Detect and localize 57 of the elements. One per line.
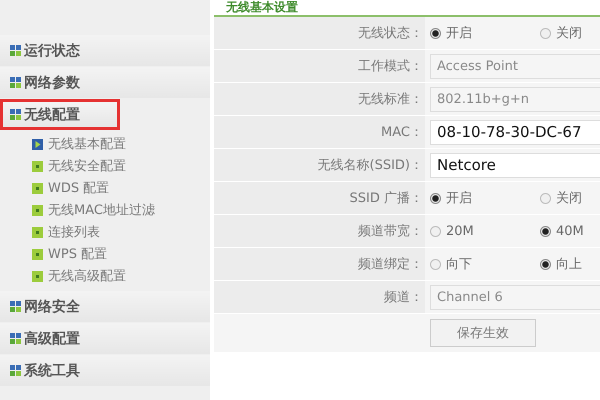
radio-button[interactable]	[430, 226, 441, 236]
readonly-field[interactable]: Access Point	[430, 54, 600, 78]
radio-button[interactable]	[540, 226, 551, 236]
radio-label: 开启	[446, 25, 472, 42]
radio-label: 开启	[446, 190, 472, 207]
grid-icon	[10, 109, 21, 120]
radio-button[interactable]	[540, 258, 551, 270]
save-button[interactable]: 保存生效	[430, 319, 536, 347]
menu-item[interactable]: 无线配置	[0, 99, 120, 130]
grid-icon	[10, 333, 21, 344]
play-icon	[32, 138, 43, 150]
radio-label: 20M	[446, 224, 474, 238]
input-field[interactable]: Netcore	[430, 152, 600, 178]
grid-icon	[10, 365, 21, 376]
submenu-item[interactable]: WDS 配置	[32, 177, 210, 199]
radio-button[interactable]	[430, 258, 441, 270]
radio-button[interactable]	[430, 28, 441, 38]
readonly-field[interactable]: 802.11b+g+n	[430, 86, 600, 112]
square-icon	[32, 270, 43, 282]
field-label: 频道带宽：	[214, 215, 425, 247]
field-label: 频道绑定：	[214, 248, 425, 280]
radio-label: 向上	[556, 256, 582, 273]
radio-label: 关闭	[556, 25, 582, 42]
grid-icon	[10, 45, 21, 56]
submenu-item[interactable]: 无线基本配置	[32, 133, 210, 155]
field-label: SSID 广播：	[214, 182, 425, 214]
field-label: 无线标准：	[214, 83, 425, 115]
radio-label: 40M	[556, 224, 584, 238]
submenu-item[interactable]: WPS 配置	[32, 243, 210, 265]
input-field[interactable]: 08-10-78-30-DC-67	[430, 120, 600, 144]
submenu-item[interactable]: 连接列表	[32, 221, 210, 243]
square-icon	[32, 226, 43, 238]
readonly-field[interactable]: Channel 6	[430, 284, 600, 310]
radio-button[interactable]	[430, 192, 441, 204]
menu-item[interactable]: 网络安全	[0, 291, 210, 322]
field-label: 无线名称(SSID)：	[214, 149, 425, 181]
menu-item[interactable]: 高级配置	[0, 323, 210, 354]
square-icon	[32, 204, 43, 216]
field-label: 频道：	[214, 281, 425, 313]
radio-button[interactable]	[540, 28, 551, 38]
square-icon	[32, 160, 43, 172]
grid-icon	[10, 301, 21, 312]
menu-item[interactable]: 运行状态	[0, 35, 210, 66]
submenu-item[interactable]: 无线MAC地址过滤	[32, 199, 210, 221]
square-icon	[32, 182, 43, 194]
grid-icon	[10, 77, 21, 88]
radio-label: 向下	[446, 256, 472, 273]
field-label: 无线状态：	[214, 17, 425, 49]
square-icon	[32, 248, 43, 260]
submenu-item[interactable]: 无线高级配置	[32, 265, 210, 287]
menu-item[interactable]: 系统工具	[0, 355, 210, 386]
menu-item[interactable]: 网络参数	[0, 67, 210, 98]
field-label: MAC：	[214, 116, 425, 148]
radio-button[interactable]	[540, 192, 551, 204]
radio-label: 关闭	[556, 190, 582, 207]
field-label: 工作模式：	[214, 50, 425, 82]
submenu-item[interactable]: 无线安全配置	[32, 155, 210, 177]
